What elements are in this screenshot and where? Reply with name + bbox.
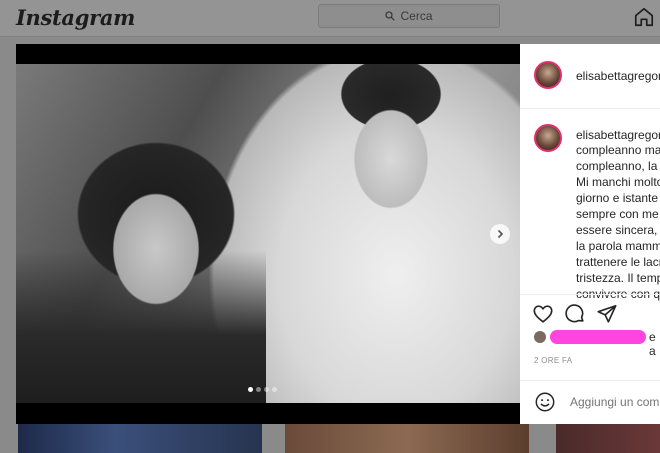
caption-line: essere sincera, t — [576, 223, 660, 237]
likes-text[interactable]: e a — [649, 330, 660, 358]
feed-thumbnail — [285, 424, 529, 453]
instagram-logo[interactable]: Instagram — [16, 5, 135, 30]
liker-avatar — [534, 331, 546, 343]
carousel-indicator — [248, 387, 277, 392]
comment-input[interactable] — [570, 395, 660, 409]
add-comment-area — [520, 380, 660, 424]
caption-line: tristezza. Il temp — [576, 271, 660, 285]
post-modal: elisabettagregoraci elisabettagregoraci … — [16, 44, 660, 424]
chevron-right-icon — [497, 229, 504, 239]
caption-line: sempre con me — [576, 207, 659, 221]
carousel-dot — [272, 387, 277, 392]
top-navigation-bar: Instagram Cerca — [0, 0, 660, 37]
feed-thumbnail — [556, 424, 660, 453]
post-photo — [16, 64, 520, 403]
feed-thumbnail — [18, 424, 262, 453]
post-media — [16, 44, 520, 424]
redaction-mark — [550, 330, 646, 344]
carousel-dot — [256, 387, 261, 392]
caption-line: compleanno ma — [576, 143, 660, 157]
author-username[interactable]: elisabettagregoraci — [576, 69, 660, 83]
caption-line: giorno e istante — [576, 191, 659, 205]
carousel-dot — [264, 387, 269, 392]
heart-icon[interactable] — [532, 303, 554, 325]
comment-icon[interactable] — [564, 303, 586, 325]
post-header: elisabettagregoraci — [520, 44, 660, 109]
caption-line: compleanno, la t — [576, 159, 660, 173]
search-icon — [385, 11, 396, 21]
author-avatar[interactable] — [534, 61, 562, 89]
share-icon[interactable] — [596, 303, 618, 325]
search-box[interactable]: Cerca — [318, 4, 500, 28]
caption-username[interactable]: elisabettagregoraci — [576, 128, 660, 142]
emoji-icon[interactable] — [534, 391, 556, 413]
post-actions-bar — [520, 294, 660, 325]
home-icon[interactable] — [633, 6, 655, 28]
caption-line: trattenere le lacr — [576, 255, 660, 269]
caption-avatar[interactable] — [534, 124, 562, 152]
search-placeholder: Cerca — [400, 9, 433, 23]
carousel-dot — [248, 387, 253, 392]
caption-line: Mi manchi molto — [576, 175, 660, 189]
caption-line: la parola mamm — [576, 239, 660, 253]
post-timestamp[interactable]: 2 ORE FA — [534, 356, 572, 365]
post-details-panel: elisabettagregoraci elisabettagregoraci … — [520, 44, 660, 424]
next-image-button[interactable] — [490, 224, 510, 244]
likes-row: e a — [534, 330, 660, 358]
